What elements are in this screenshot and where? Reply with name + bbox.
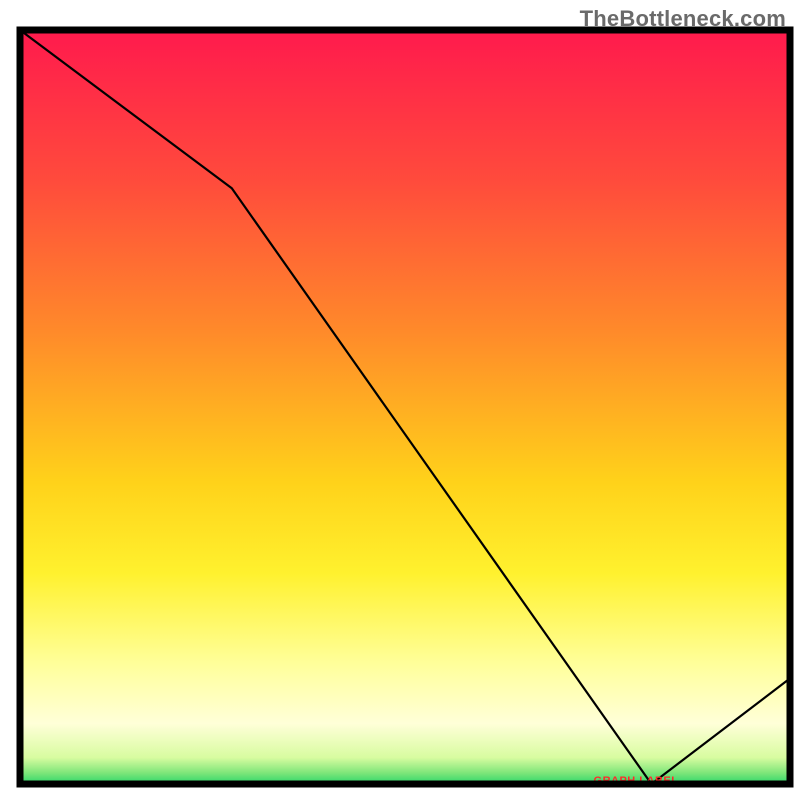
chart-stage: TheBottleneck.com GRAPH LABEL: [0, 0, 800, 800]
bottleneck-chart: GRAPH LABEL: [0, 0, 800, 800]
plot-background: [20, 30, 790, 784]
watermark-text: TheBottleneck.com: [580, 6, 786, 32]
